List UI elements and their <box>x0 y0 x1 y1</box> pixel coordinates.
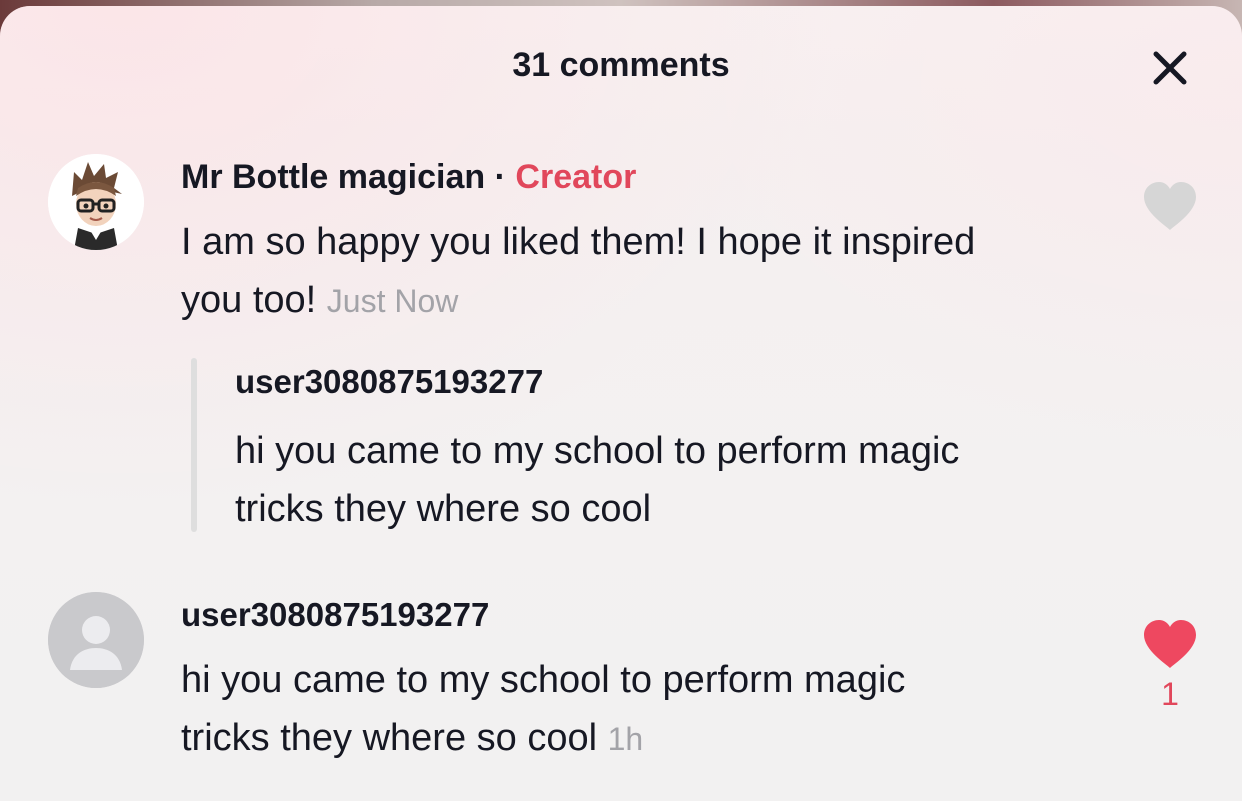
comments-sheet: 31 comments Mr Bottle magician · Creator <box>0 6 1242 801</box>
avatar-user[interactable] <box>48 592 144 688</box>
avatar-creator[interactable] <box>48 154 144 250</box>
comment-2-author[interactable]: user3080875193277 <box>181 596 489 634</box>
close-button[interactable] <box>1146 44 1194 92</box>
comment-1-text-line-2: you too! Just Now <box>181 271 975 330</box>
creator-badge: Creator <box>515 158 637 196</box>
comment-2-like-button[interactable] <box>1142 618 1198 670</box>
cartoon-magician-avatar-icon <box>48 154 144 250</box>
separator-dot: · <box>494 158 506 196</box>
reply-quote-author[interactable]: user3080875193277 <box>235 363 543 401</box>
heart-outline-icon <box>1144 182 1196 230</box>
comment-1-text-line-1: I am so happy you liked them! I hope it … <box>181 221 976 263</box>
comment-1-timestamp: Just Now <box>326 283 459 319</box>
comment-2-text-line-1: hi you came to my school to perform magi… <box>181 659 906 701</box>
comment-1-text-line-2-content: you too! <box>181 279 317 321</box>
comment-2-text: hi you came to my school to perform magi… <box>181 651 905 768</box>
creator-username[interactable]: Mr Bottle magician <box>181 158 485 196</box>
heart-filled-icon <box>1144 620 1196 668</box>
reply-quote-text-line-2: tricks they where so cool <box>235 488 652 530</box>
reply-quote-text-line-1: hi you came to my school to perform magi… <box>235 430 960 472</box>
comments-count-title: 31 comments <box>512 46 730 84</box>
default-user-avatar-icon <box>48 592 144 688</box>
comment-1-author[interactable]: Mr Bottle magician · Creator <box>181 158 636 197</box>
comment-2-timestamp: 1h <box>607 721 644 757</box>
comment-1-text: I am so happy you liked them! I hope it … <box>181 213 975 330</box>
comment-1-like-button[interactable] <box>1142 180 1198 232</box>
comment-2-like-count: 1 <box>1161 676 1179 712</box>
reply-quote-text: hi you came to my school to perform magi… <box>235 422 959 538</box>
comment-2-text-line-2-content: tricks they where so cool <box>181 717 598 759</box>
reply-quote-bar <box>191 358 197 532</box>
close-icon <box>1153 51 1187 85</box>
comment-2-text-line-2: tricks they where so cool 1h <box>181 709 905 768</box>
